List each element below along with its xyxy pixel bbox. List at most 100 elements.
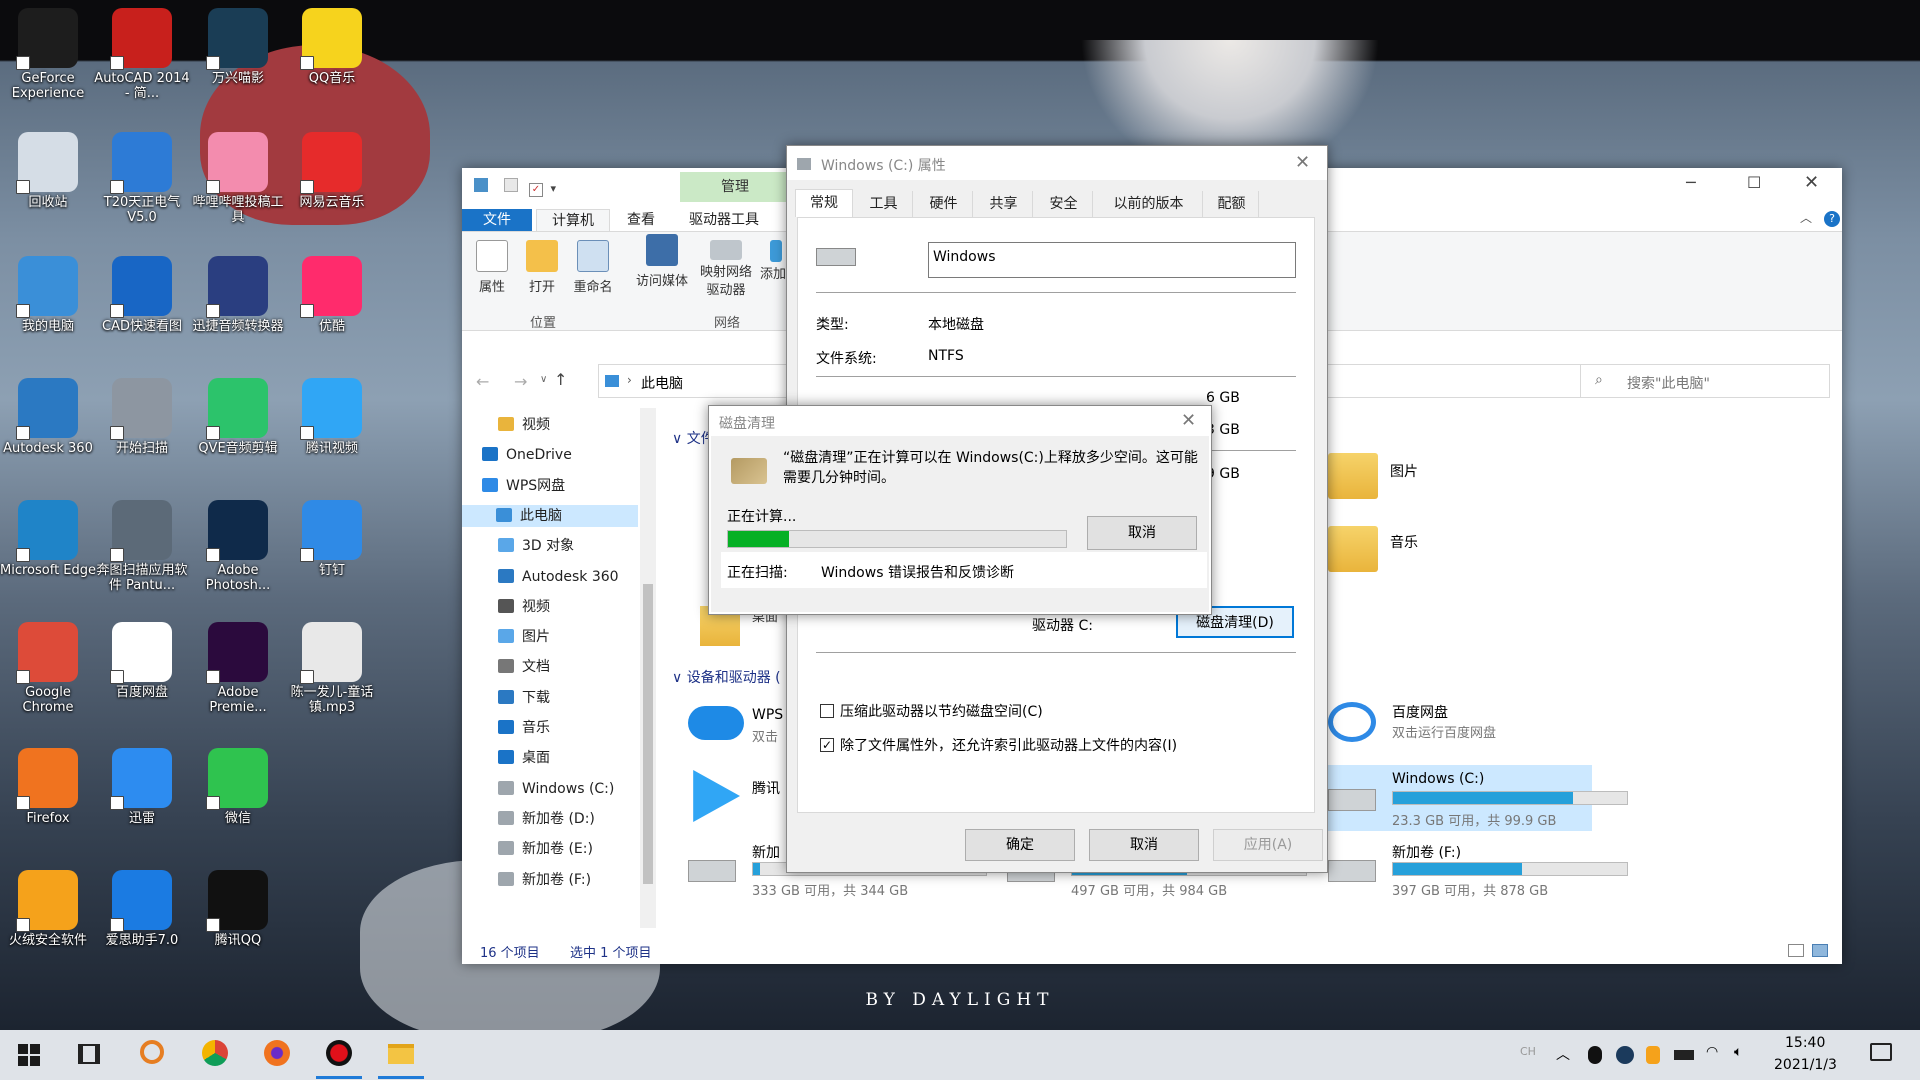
props-tab[interactable]: 以前的版本 [1095, 191, 1203, 217]
desktop-icon[interactable]: 腾讯视频 [284, 378, 380, 456]
desktop-icon[interactable]: 钉钉 [284, 500, 380, 578]
nav-item[interactable]: WPS网盘 [482, 475, 565, 497]
index-label[interactable]: 除了文件属性外，还允许索引此驱动器上文件的内容(I) [840, 735, 1177, 755]
props-tab[interactable]: 工具 [855, 191, 913, 217]
desktop-icon[interactable]: 百度网盘 [94, 622, 190, 700]
ribbon-add-network[interactable]: 添加网络 [760, 240, 786, 284]
nav-item[interactable]: Windows (C:) [498, 778, 614, 800]
recent-locations-icon[interactable]: ∨ [540, 374, 547, 385]
forward-icon[interactable]: → [514, 372, 527, 391]
desktop-icon[interactable]: QQ音乐 [284, 8, 380, 86]
nav-item[interactable]: 视频 [498, 596, 550, 618]
tab-computer[interactable]: 计算机 [536, 209, 610, 231]
close-button[interactable]: ✕ [1804, 174, 1819, 192]
drive-c[interactable]: Windows (C:) 23.3 GB 可用，共 99.9 GB [1322, 765, 1628, 831]
desktop-icon[interactable]: Microsoft Edge [0, 500, 96, 578]
cleanup-cancel-button[interactable]: 取消 [1087, 516, 1197, 550]
props-tab[interactable]: 配额 [1205, 191, 1259, 217]
desktop-icon[interactable]: QVE音频剪辑 [190, 378, 286, 456]
start-button[interactable] [18, 1044, 40, 1066]
cleanup-close-button[interactable]: ✕ [1181, 412, 1196, 430]
clock-time[interactable]: 15:40 [1785, 1035, 1825, 1051]
explorer-taskbar-icon[interactable] [388, 1044, 414, 1064]
notifications-icon[interactable] [1870, 1043, 1892, 1061]
nav-item-this-pc[interactable]: 此电脑 [462, 504, 638, 527]
properties-qa-icon[interactable] [474, 178, 488, 192]
maximize-button[interactable]: ☐ [1747, 174, 1761, 192]
steam-tray-icon[interactable] [1616, 1046, 1634, 1064]
clock-date[interactable]: 2021/1/3 [1774, 1057, 1837, 1073]
desktop-icon[interactable]: Firefox [0, 748, 96, 826]
desktop-icon[interactable]: 迅捷音频转换器 [190, 256, 286, 334]
nav-item[interactable]: 视频 [498, 414, 550, 436]
desktop-icon[interactable]: 万兴喵影 [190, 8, 286, 86]
recorder-taskbar-icon[interactable] [326, 1040, 352, 1066]
tab-file[interactable]: 文件 [462, 209, 532, 231]
compress-checkbox[interactable] [820, 704, 834, 718]
search-field[interactable]: ⌕ 搜索"此电脑" [1580, 364, 1830, 398]
collapse-ribbon-icon[interactable]: ︿ [1800, 209, 1812, 226]
desktop-icon[interactable]: AutoCAD 2014 - 简... [94, 8, 190, 101]
wps-partial-label[interactable]: WPS [752, 707, 783, 723]
nav-item[interactable]: 新加卷 (D:) [498, 808, 595, 830]
nav-scroll-thumb[interactable] [643, 584, 653, 884]
desktop-icon[interactable]: GeForce Experience [0, 8, 96, 101]
ribbon-map-drive[interactable]: 映射网络驱动器 [696, 240, 756, 300]
nav-item[interactable]: 新加卷 (E:) [498, 838, 593, 860]
desktop-icon[interactable]: T20天正电气 V5.0 [94, 132, 190, 225]
props-tab[interactable]: 硬件 [915, 191, 973, 217]
tray-overflow-icon[interactable]: ︿ [1556, 1044, 1570, 1064]
ribbon-properties[interactable]: 属性 [472, 240, 512, 295]
desktop-icon[interactable]: 哔哩哔哩投稿工具 [190, 132, 286, 225]
nav-item[interactable]: 3D 对象 [498, 535, 574, 557]
desktop-icon[interactable]: 我的电脑 [0, 256, 96, 334]
desktop-icon[interactable]: 火绒安全软件 [0, 870, 96, 948]
drive-name-input[interactable]: Windows [928, 242, 1296, 278]
nav-item[interactable]: 新加卷 (F:) [498, 869, 591, 891]
props-close-button[interactable]: ✕ [1295, 154, 1310, 172]
back-icon[interactable]: ← [476, 372, 489, 391]
breadcrumb-this-pc[interactable]: 此电脑 [641, 373, 683, 393]
props-tab[interactable]: 安全 [1035, 191, 1093, 217]
firefox-taskbar-icon[interactable] [264, 1040, 290, 1066]
desktop-icon[interactable]: 奔图扫描应用软件 Pantu... [94, 500, 190, 593]
qa-dropdown-icon[interactable]: ▾ [551, 182, 557, 195]
huorong-tray-icon[interactable] [1646, 1046, 1660, 1064]
folder-pictures[interactable]: 图片 [1328, 453, 1448, 509]
minimize-button[interactable]: ─ [1686, 174, 1696, 192]
desktop-icon[interactable]: 回收站 [0, 132, 96, 210]
ribbon-access-media[interactable]: 访问媒体 [632, 234, 692, 289]
props-tab[interactable]: 共享 [975, 191, 1033, 217]
ime-indicator[interactable]: CH [1520, 1045, 1536, 1058]
nav-item[interactable]: 音乐 [498, 717, 550, 739]
section-devices-header[interactable]: ∨ 设备和驱动器 ( [672, 667, 781, 687]
props-cancel-button[interactable]: 取消 [1089, 829, 1199, 861]
desktop-icon[interactable]: 腾讯QQ [190, 870, 286, 948]
ribbon-rename[interactable]: 重命名 [568, 240, 618, 295]
tab-drive-tools[interactable]: 驱动器工具 [674, 209, 774, 231]
chrome-taskbar-icon[interactable] [202, 1040, 228, 1066]
qq-tray-icon[interactable] [1588, 1046, 1602, 1064]
wifi-icon[interactable]: ◠ [1706, 1044, 1718, 1060]
ribbon-open[interactable]: 打开 [522, 240, 562, 295]
desktop-icon[interactable]: CAD快速看图 [94, 256, 190, 334]
drive-f[interactable]: 新加卷 (F:) 397 GB 可用，共 878 GB [1322, 840, 1628, 900]
desktop-icon[interactable]: 陈一发儿-童话镇.mp3 [284, 622, 380, 715]
desktop-icon[interactable]: 开始扫描 [94, 378, 190, 456]
folder-music[interactable]: 音乐 [1328, 526, 1448, 582]
desktop-icon[interactable]: 优酷 [284, 256, 380, 334]
baidu-netdisk-item[interactable]: 百度网盘 双击运行百度网盘 [1328, 700, 1628, 750]
apply-button[interactable]: 应用(A) [1213, 829, 1323, 861]
tiles-view-icon[interactable] [1812, 944, 1828, 957]
props-tab[interactable]: 常规 [795, 189, 853, 217]
check-qa-icon[interactable]: ✓ [529, 183, 543, 197]
desktop-icon[interactable]: 爱思助手7.0 [94, 870, 190, 948]
nav-item[interactable]: 下载 [498, 687, 550, 709]
desktop-icon[interactable]: Autodesk 360 [0, 378, 96, 456]
nav-scrollbar[interactable] [640, 408, 656, 928]
desktop-icon[interactable]: Adobe Premie... [190, 622, 286, 715]
nav-item[interactable]: 图片 [498, 626, 550, 648]
up-icon[interactable]: ↑ [554, 370, 567, 389]
nav-item[interactable]: 桌面 [498, 747, 550, 769]
nav-item[interactable]: Autodesk 360 [498, 566, 619, 588]
